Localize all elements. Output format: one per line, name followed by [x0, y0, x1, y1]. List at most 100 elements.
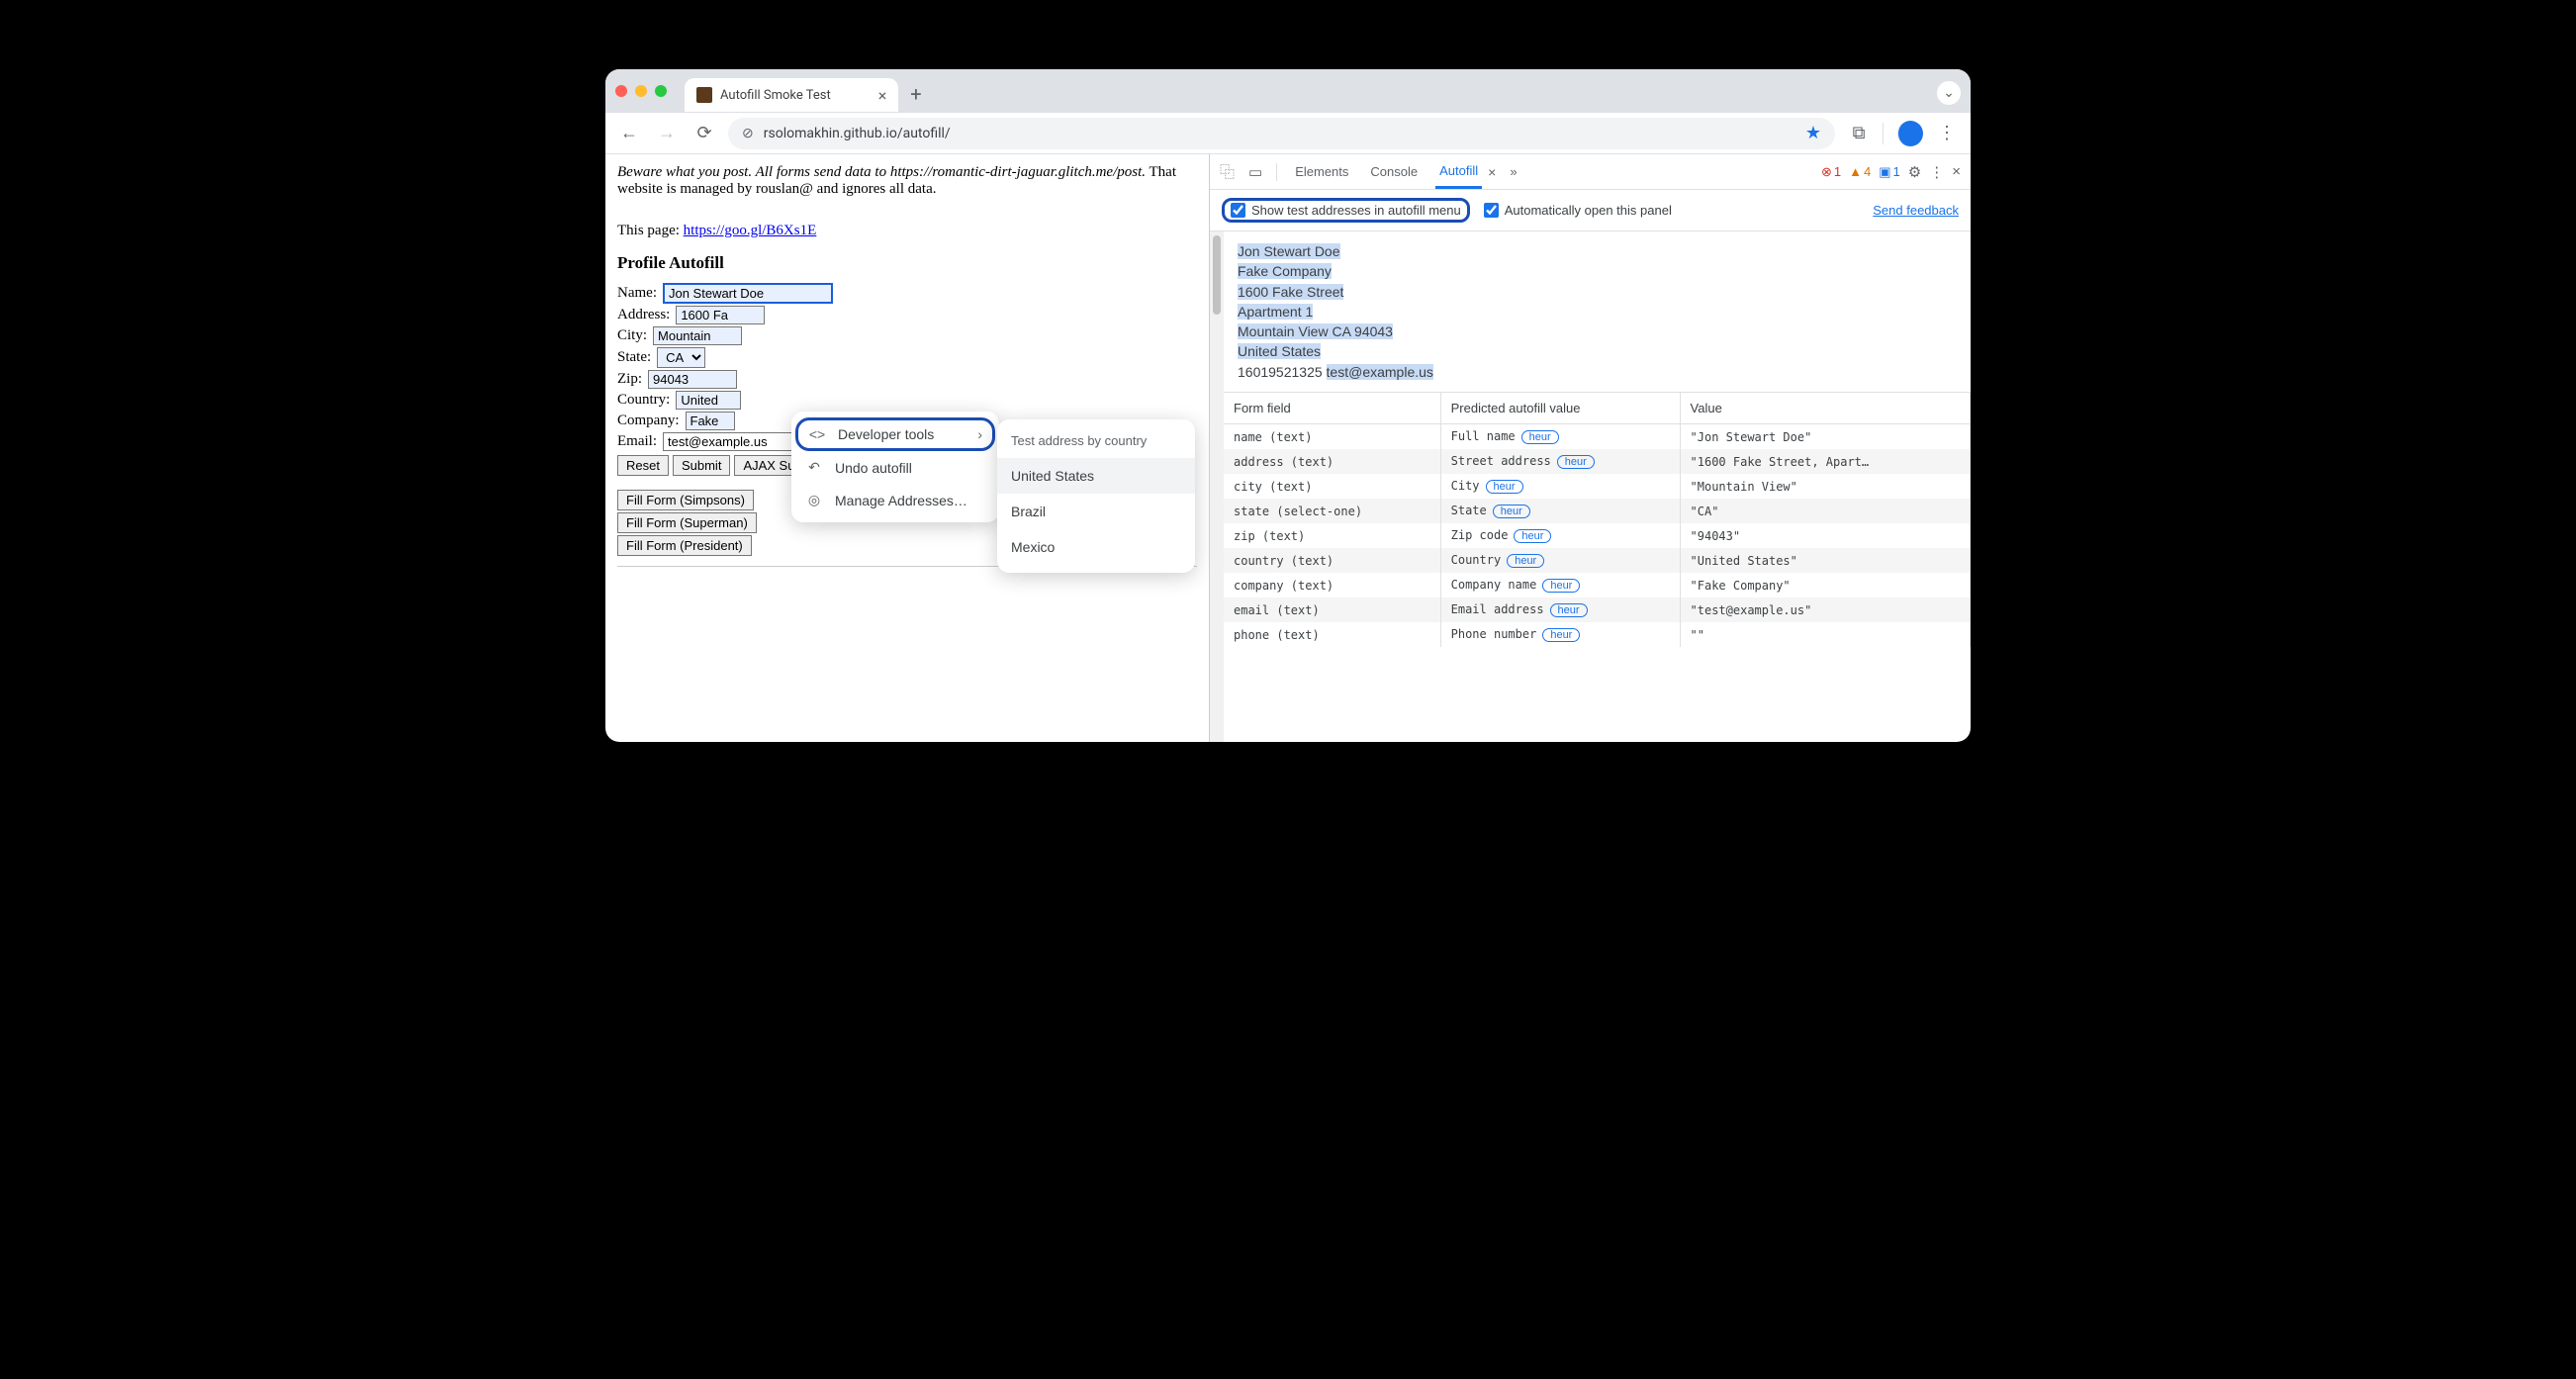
col-value: Value [1680, 393, 1970, 424]
autofill-table: Form field Predicted autofill value Valu… [1224, 392, 1971, 647]
cell-field: zip (text) [1224, 523, 1440, 548]
label-city: City: [617, 327, 647, 344]
bookmark-star-icon[interactable]: ★ [1805, 123, 1821, 143]
more-tabs-icon[interactable]: » [1510, 164, 1517, 179]
cell-field: address (text) [1224, 449, 1440, 474]
table-row: city (text)Cityheur"Mountain View" [1224, 474, 1971, 499]
cell-predicted: Full nameheur [1440, 424, 1680, 450]
table-row: company (text)Company nameheur"Fake Comp… [1224, 573, 1971, 598]
autofill-profile-preview: Jon Stewart Doe Fake Company 1600 Fake S… [1224, 231, 1971, 392]
cell-predicted: Zip codeheur [1440, 523, 1680, 548]
back-button[interactable]: ← [615, 120, 643, 147]
devtools-panel: ⿻ ▭ Elements Console Autofill × » ⊗1 ▲4 … [1209, 154, 1971, 742]
close-devtools-icon[interactable]: × [1952, 163, 1961, 180]
name-input[interactable] [663, 283, 833, 304]
profile-apt: Apartment 1 [1238, 304, 1313, 320]
fill-president-button[interactable]: Fill Form (President) [617, 535, 752, 556]
table-row: country (text)Countryheur"United States" [1224, 548, 1971, 573]
chevron-right-icon: › [977, 426, 982, 442]
table-row: address (text)Street addressheur"1600 Fa… [1224, 449, 1971, 474]
settings-gear-icon[interactable]: ⚙ [1908, 163, 1921, 181]
tab-autofill[interactable]: Autofill [1435, 155, 1482, 189]
cell-value: "1600 Fake Street, Apart… [1680, 449, 1970, 474]
fill-superman-button[interactable]: Fill Form (Superman) [617, 512, 757, 533]
close-panel-tab-icon[interactable]: × [1488, 164, 1496, 180]
close-window-button[interactable] [615, 85, 627, 97]
inspect-icon[interactable]: ⿻ [1220, 161, 1235, 182]
tab-elements[interactable]: Elements [1291, 156, 1352, 187]
submenu-item-us[interactable]: United States [997, 458, 1195, 494]
auto-open-panel-checkbox[interactable]: Automatically open this panel [1484, 203, 1672, 218]
cell-field: phone (text) [1224, 622, 1440, 647]
checkbox-label: Show test addresses in autofill menu [1251, 203, 1461, 218]
cell-value: "test@example.us" [1680, 598, 1970, 622]
kebab-menu-icon[interactable]: ⋮ [1933, 120, 1961, 147]
fill-simpsons-button[interactable]: Fill Form (Simpsons) [617, 490, 754, 510]
divider [1276, 163, 1277, 181]
label-country: Country: [617, 392, 670, 409]
scrollbar[interactable] [1210, 231, 1224, 742]
extensions-icon[interactable]: ⧉ [1845, 120, 1873, 147]
state-select[interactable]: CA [657, 347, 705, 368]
content-area: Beware what you post. All forms send dat… [605, 154, 1971, 742]
cell-value: "CA" [1680, 499, 1970, 523]
country-input[interactable] [676, 391, 741, 410]
cell-value: "United States" [1680, 548, 1970, 573]
table-row: zip (text)Zip codeheur"94043" [1224, 523, 1971, 548]
col-predicted: Predicted autofill value [1440, 393, 1680, 424]
table-row: email (text)Email addressheur"test@examp… [1224, 598, 1971, 622]
cell-predicted: Cityheur [1440, 474, 1680, 499]
maximize-window-button[interactable] [655, 85, 667, 97]
chrome-icon: ◎ [805, 492, 823, 508]
reset-button[interactable]: Reset [617, 455, 669, 476]
cell-predicted: Email addressheur [1440, 598, 1680, 622]
cell-value: "Mountain View" [1680, 474, 1970, 499]
menu-developer-tools[interactable]: <> Developer tools › [795, 417, 995, 451]
autofill-context-menu: <> Developer tools › ↶ Undo autofill ◎ M… [791, 412, 999, 522]
heur-badge: heur [1493, 505, 1530, 518]
checkbox-input[interactable] [1484, 203, 1499, 218]
profile-phone: 16019521325 [1238, 364, 1323, 380]
site-info-icon[interactable]: ⊘ [742, 126, 754, 141]
submit-button[interactable]: Submit [673, 455, 730, 476]
send-feedback-link[interactable]: Send feedback [1873, 203, 1959, 218]
device-toggle-icon[interactable]: ▭ [1248, 163, 1262, 181]
cell-predicted: Stateheur [1440, 499, 1680, 523]
menu-manage-addresses[interactable]: ◎ Manage Addresses… [791, 484, 999, 516]
city-input[interactable] [653, 326, 742, 345]
test-address-submenu: Test address by country United States Br… [997, 419, 1195, 573]
url-text: rsolomakhin.github.io/autofill/ [764, 126, 951, 141]
cell-value: "94043" [1680, 523, 1970, 548]
tab-search-button[interactable]: ⌄ [1937, 81, 1961, 105]
menu-undo-autofill[interactable]: ↶ Undo autofill [791, 451, 999, 484]
profile-avatar[interactable] [1897, 121, 1923, 146]
submenu-item-mexico[interactable]: Mexico [997, 529, 1195, 565]
cell-predicted: Countryheur [1440, 548, 1680, 573]
devtools-kebab-icon[interactable]: ⋮ [1929, 163, 1944, 181]
company-input[interactable] [686, 412, 735, 430]
reload-button[interactable]: ⟳ [690, 120, 718, 147]
address-input[interactable] [676, 306, 765, 324]
forward-button[interactable]: → [653, 120, 681, 147]
profile-city-line: Mountain View CA 94043 [1238, 323, 1393, 339]
issue-count[interactable]: ▣1 [1879, 164, 1900, 180]
zip-input[interactable] [648, 370, 737, 389]
error-count[interactable]: ⊗1 [1821, 164, 1841, 180]
close-tab-button[interactable]: × [878, 86, 887, 105]
short-link[interactable]: https://goo.gl/B6Xs1E [684, 223, 817, 238]
menu-label: Manage Addresses… [835, 493, 967, 508]
checkbox-input[interactable] [1231, 203, 1245, 218]
browser-tab[interactable]: Autofill Smoke Test × [685, 78, 898, 112]
minimize-window-button[interactable] [635, 85, 647, 97]
show-test-addresses-checkbox[interactable]: Show test addresses in autofill menu [1222, 198, 1470, 223]
submenu-item-brazil[interactable]: Brazil [997, 494, 1195, 529]
new-tab-button[interactable]: + [910, 82, 921, 106]
cell-value: "Jon Stewart Doe" [1680, 424, 1970, 450]
cell-predicted: Company nameheur [1440, 573, 1680, 598]
address-bar[interactable]: ⊘ rsolomakhin.github.io/autofill/ ★ [728, 118, 1835, 149]
heur-badge: heur [1542, 628, 1580, 642]
checkbox-label: Automatically open this panel [1505, 203, 1672, 218]
code-icon: <> [808, 426, 826, 442]
warning-count[interactable]: ▲4 [1849, 164, 1871, 179]
tab-console[interactable]: Console [1366, 156, 1422, 187]
